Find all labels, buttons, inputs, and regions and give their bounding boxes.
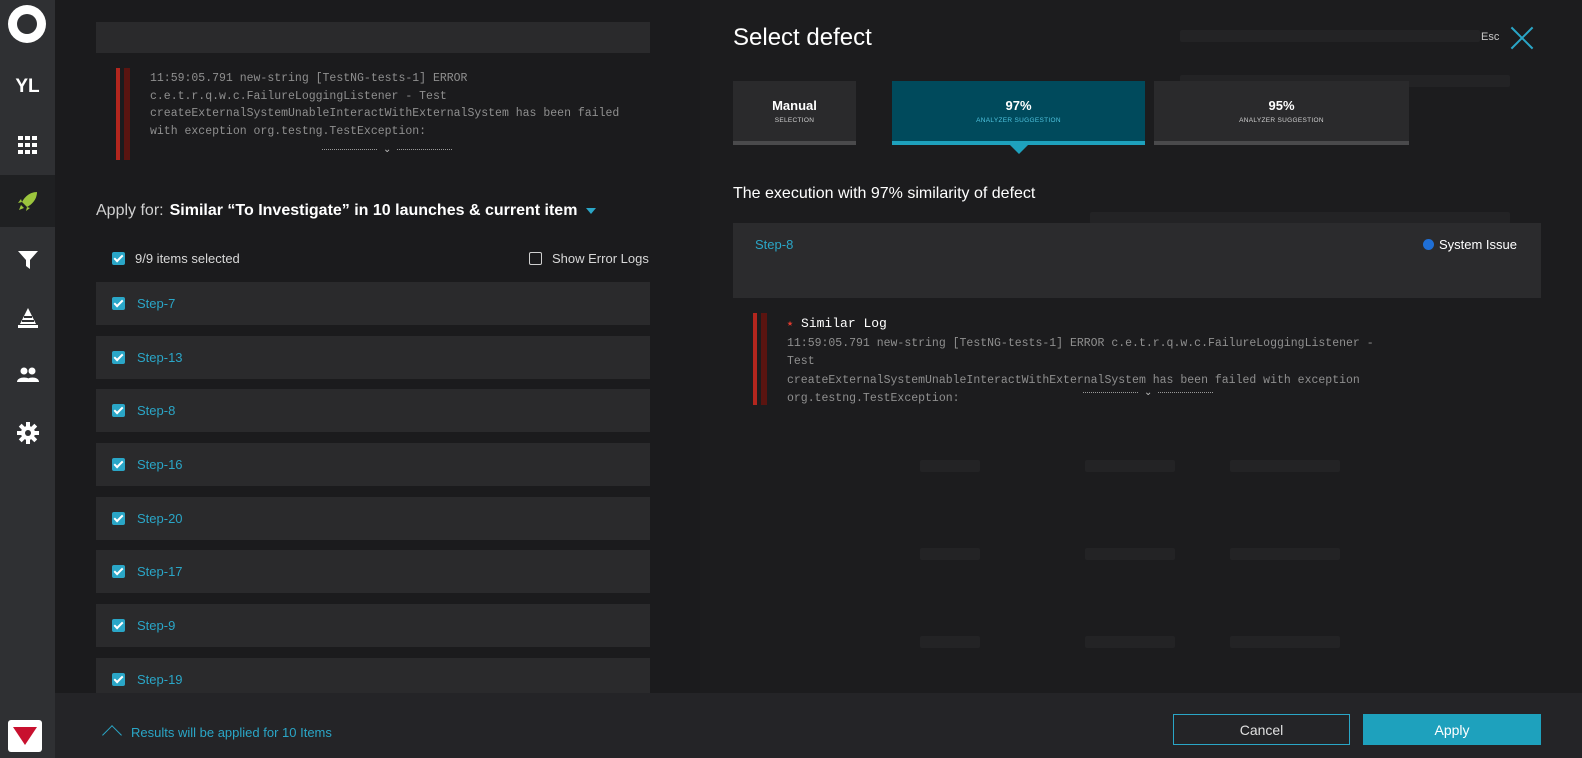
chevron-down-icon: ⌄ xyxy=(383,143,392,155)
checkbox-checked-icon[interactable] xyxy=(112,404,125,417)
defect-type-dot-icon xyxy=(1422,239,1434,250)
list-item[interactable]: Step-20 xyxy=(96,497,650,540)
caret-down-icon xyxy=(586,207,597,214)
app-logo-icon[interactable] xyxy=(8,5,46,43)
footer-bar: Results will be applied for 10 Items Can… xyxy=(55,693,1582,758)
show-error-logs-checkbox[interactable]: Show Error Logs xyxy=(529,251,650,266)
similar-log-block: ★ Similar Log 11:59:05.791 new-string [T… xyxy=(753,313,1413,405)
grid-icon[interactable] xyxy=(0,119,55,171)
gear-icon[interactable] xyxy=(0,407,55,459)
tab-analyzer-suggestion-95[interactable]: 95% ANALYZER SUGGESTION xyxy=(1154,81,1409,145)
checkbox-checked-icon[interactable] xyxy=(112,512,125,525)
checkbox-checked-icon[interactable] xyxy=(112,565,125,578)
filter-icon[interactable] xyxy=(0,234,55,286)
rocket-icon[interactable] xyxy=(0,175,55,227)
checkbox-checked-icon[interactable] xyxy=(112,673,125,686)
tab-manual-selection[interactable]: Manual SELECTION xyxy=(733,81,856,145)
modal-title: Select defect xyxy=(733,24,872,51)
user-logo-icon[interactable] xyxy=(8,720,42,752)
list-item[interactable]: Step-16 xyxy=(96,443,650,486)
sidebar: YL xyxy=(0,0,55,758)
error-log-text: 11:59:05.791 new-string [TestNG-tests-1]… xyxy=(150,72,620,138)
items-panel: 11:59:05.791 new-string [TestNG-tests-1]… xyxy=(55,0,700,758)
cancel-button[interactable]: Cancel xyxy=(1173,714,1350,745)
esc-hint: Esc xyxy=(1481,31,1500,43)
checkbox-checked-icon[interactable] xyxy=(112,351,125,364)
list-item[interactable]: Step-17 xyxy=(96,550,650,593)
item-header-bar xyxy=(96,22,650,53)
suggested-item-card: Step-8 System Issue xyxy=(733,223,1541,298)
list-item[interactable]: Step-8 xyxy=(96,389,650,432)
checkbox-checked-icon[interactable] xyxy=(112,297,125,310)
expand-similar-log-toggle[interactable]: ⌄ xyxy=(1083,386,1214,398)
chevron-down-icon: ⌄ xyxy=(1144,386,1153,398)
select-all-checkbox[interactable]: 9/9 items selected xyxy=(112,251,240,266)
checkbox-checked-icon[interactable] xyxy=(112,619,125,632)
similar-log-title: ★ Similar Log xyxy=(787,316,887,331)
chevron-up-icon xyxy=(102,725,122,745)
select-defect-modal: Select defect Esc Manual SELECTION 97% A… xyxy=(700,0,1582,693)
close-icon[interactable] xyxy=(1510,26,1534,50)
apply-for-dropdown[interactable]: Apply for: Similar “To Investigate” in 10… xyxy=(96,202,597,220)
defect-type-badge: System Issue xyxy=(1422,237,1517,252)
checkbox-checked-icon xyxy=(112,252,125,265)
checkbox-checked-icon[interactable] xyxy=(112,458,125,471)
user-avatar[interactable]: YL xyxy=(0,61,55,113)
list-item[interactable]: Step-7 xyxy=(96,282,650,325)
results-info[interactable]: Results will be applied for 10 Items xyxy=(102,722,332,745)
list-item[interactable]: Step-13 xyxy=(96,336,650,379)
suggested-step-link[interactable]: Step-8 xyxy=(755,237,793,252)
error-log-block: 11:59:05.791 new-string [TestNG-tests-1]… xyxy=(116,68,656,160)
tab-analyzer-suggestion-97[interactable]: 97% ANALYZER SUGGESTION xyxy=(892,81,1145,145)
apply-button[interactable]: Apply xyxy=(1363,714,1541,745)
active-tab-pointer xyxy=(1010,145,1028,154)
members-icon[interactable] xyxy=(0,349,55,401)
list-item[interactable]: Step-9 xyxy=(96,604,650,647)
similarity-heading: The execution with 97% similarity of def… xyxy=(733,185,1036,202)
similar-log-text: 11:59:05.791 new-string [TestNG-tests-1]… xyxy=(787,337,1374,405)
expand-log-toggle[interactable]: ⌄ xyxy=(322,143,453,155)
star-icon: ★ xyxy=(787,318,794,330)
widgets-icon[interactable] xyxy=(0,292,55,344)
checkbox-empty-icon xyxy=(529,252,542,265)
